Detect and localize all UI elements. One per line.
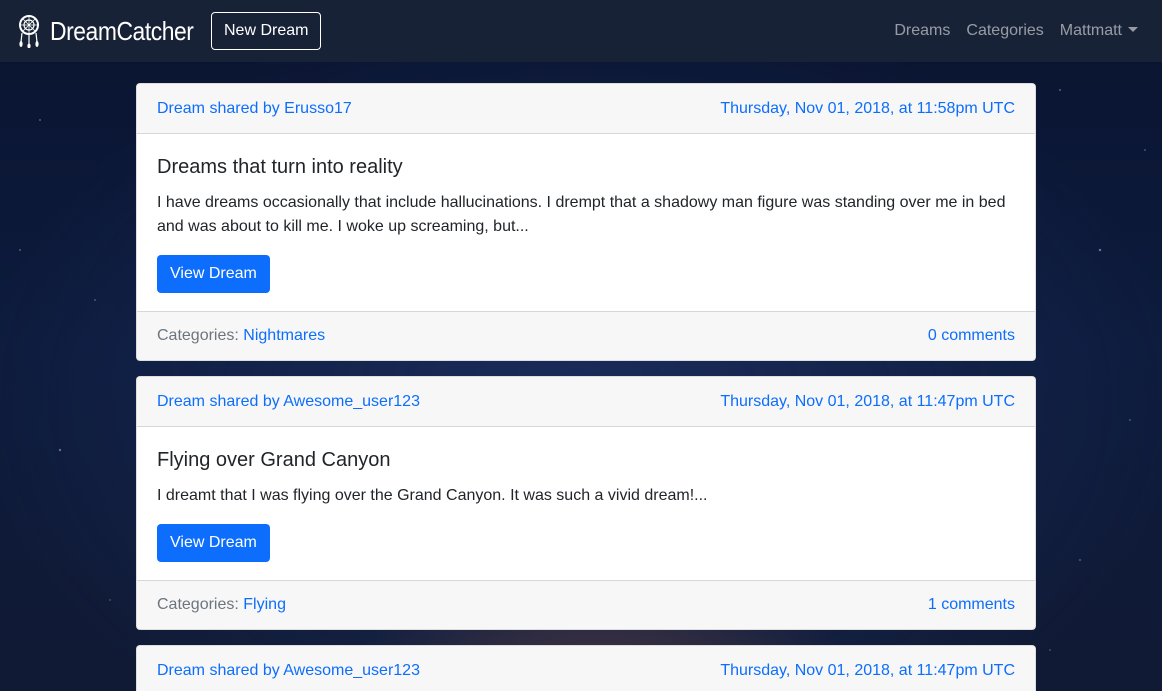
dream-card-body: Flying over Grand Canyon I dreamt that I… [137,427,1035,582]
dream-title: Flying over Grand Canyon [157,449,391,471]
dream-card-header: Dream shared by Erusso17 Thursday, Nov 0… [137,84,1035,134]
new-dream-button[interactable]: New Dream [211,12,322,50]
dream-card-footer: Categories: Flying 1 comments [137,580,1035,629]
user-menu-label: Mattmatt [1059,22,1122,39]
dream-card: Dream shared by Awesome_user123 Thursday… [136,376,1036,630]
dream-date-link[interactable]: Thursday, Nov 01, 2018, at 11:47pm UTC [720,393,1015,411]
dreamcatcher-logo-icon [19,15,39,48]
dream-title: Dreams that turn into reality [157,156,403,178]
nav-link-dreams[interactable]: Dreams [886,22,958,40]
dream-card-header: Dream shared by Awesome_user123 Thursday… [137,646,1035,691]
top-navbar: DreamCatcher New Dream Dreams Categories… [0,0,1162,62]
comments-link[interactable]: 1 comments [928,596,1015,614]
dream-date-link[interactable]: Thursday, Nov 01, 2018, at 11:58pm UTC [720,100,1015,118]
brand-link[interactable]: DreamCatcher [16,14,194,48]
nav-links: Dreams Categories Mattmatt [886,22,1146,40]
view-dream-button[interactable]: View Dream [157,524,270,562]
dream-card: Dream shared by Awesome_user123 Thursday… [136,645,1036,691]
dream-card-body: Dreams that turn into reality I have dre… [137,134,1035,313]
user-menu-dropdown[interactable]: Mattmatt [1052,22,1146,40]
view-dream-button[interactable]: View Dream [157,255,270,293]
dream-date-link[interactable]: Thursday, Nov 01, 2018, at 11:47pm UTC [720,662,1015,680]
dream-card-header: Dream shared by Awesome_user123 Thursday… [137,377,1035,427]
dream-excerpt: I have dreams occasionally that include … [157,194,1006,235]
dream-excerpt: I dreamt that I was flying over the Gran… [157,487,708,504]
comments-link[interactable]: 0 comments [928,327,1015,345]
categories-label: Categories: [157,327,239,344]
dream-author-link[interactable]: Dream shared by Awesome_user123 [157,662,420,680]
categories-label: Categories: [157,596,239,613]
category-link[interactable]: Nightmares [243,327,325,344]
brand-name: DreamCatcher [50,15,194,46]
caret-down-icon [1128,27,1138,32]
nav-link-categories[interactable]: Categories [958,22,1051,40]
category-link[interactable]: Flying [243,596,286,613]
dream-author-link[interactable]: Dream shared by Awesome_user123 [157,393,420,411]
dream-card: Dream shared by Erusso17 Thursday, Nov 0… [136,83,1036,361]
dream-card-footer: Categories: Nightmares 0 comments [137,311,1035,360]
dream-author-link[interactable]: Dream shared by Erusso17 [157,100,352,118]
